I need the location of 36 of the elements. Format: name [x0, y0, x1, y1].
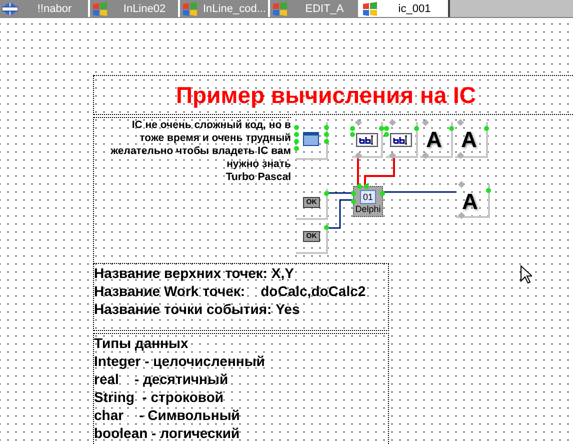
label-component[interactable]: A [456, 184, 490, 218]
type-line: Integer - целочисленный [94, 352, 266, 370]
points-line: Название точки события: Yes [94, 300, 301, 318]
wire [357, 158, 359, 186]
form-component[interactable] [296, 122, 328, 160]
note-line: желательно чтобы владеть IC вам [110, 145, 291, 158]
window-icon [303, 131, 319, 147]
type-line: Типы данных [94, 334, 190, 352]
points-line: Название Work точек: doCalc,doCalc2 [94, 282, 367, 300]
note-line: нужно знать [226, 158, 291, 171]
wire [364, 158, 395, 186]
windows-flag-icon [272, 2, 288, 16]
mouse-cursor-icon [520, 265, 532, 284]
points-line: Название верхних точек: X,Y [94, 264, 295, 282]
wire [328, 192, 353, 194]
type-line: boolean - логический [94, 424, 241, 442]
code-component[interactable]: 01 Delphi [353, 186, 383, 217]
note-line: тоже время и очень трудный [138, 132, 291, 145]
globe-icon [2, 2, 18, 16]
type-line: real - десятичный [94, 370, 230, 388]
label-component[interactable]: A [420, 122, 453, 158]
edit-component[interactable] [352, 122, 383, 158]
type-line: String - строковой [94, 388, 224, 406]
note-line: IC не очень сложный код, но в [130, 119, 291, 132]
title-text: Пример вычисления на IC [176, 82, 476, 108]
edit-component[interactable] [386, 122, 418, 158]
windows-flag-icon [92, 2, 108, 16]
label-component[interactable]: A [455, 122, 488, 158]
windows-flag-icon [362, 2, 378, 16]
text-field-icon [390, 133, 412, 147]
type-line: char - Символьный [94, 406, 241, 424]
note-line: Turbo Pascal [224, 171, 291, 184]
windows-flag-icon [182, 2, 198, 16]
text-field-icon [356, 133, 378, 147]
tab[interactable]: ic_001 [360, 0, 450, 17]
wire [328, 199, 353, 229]
